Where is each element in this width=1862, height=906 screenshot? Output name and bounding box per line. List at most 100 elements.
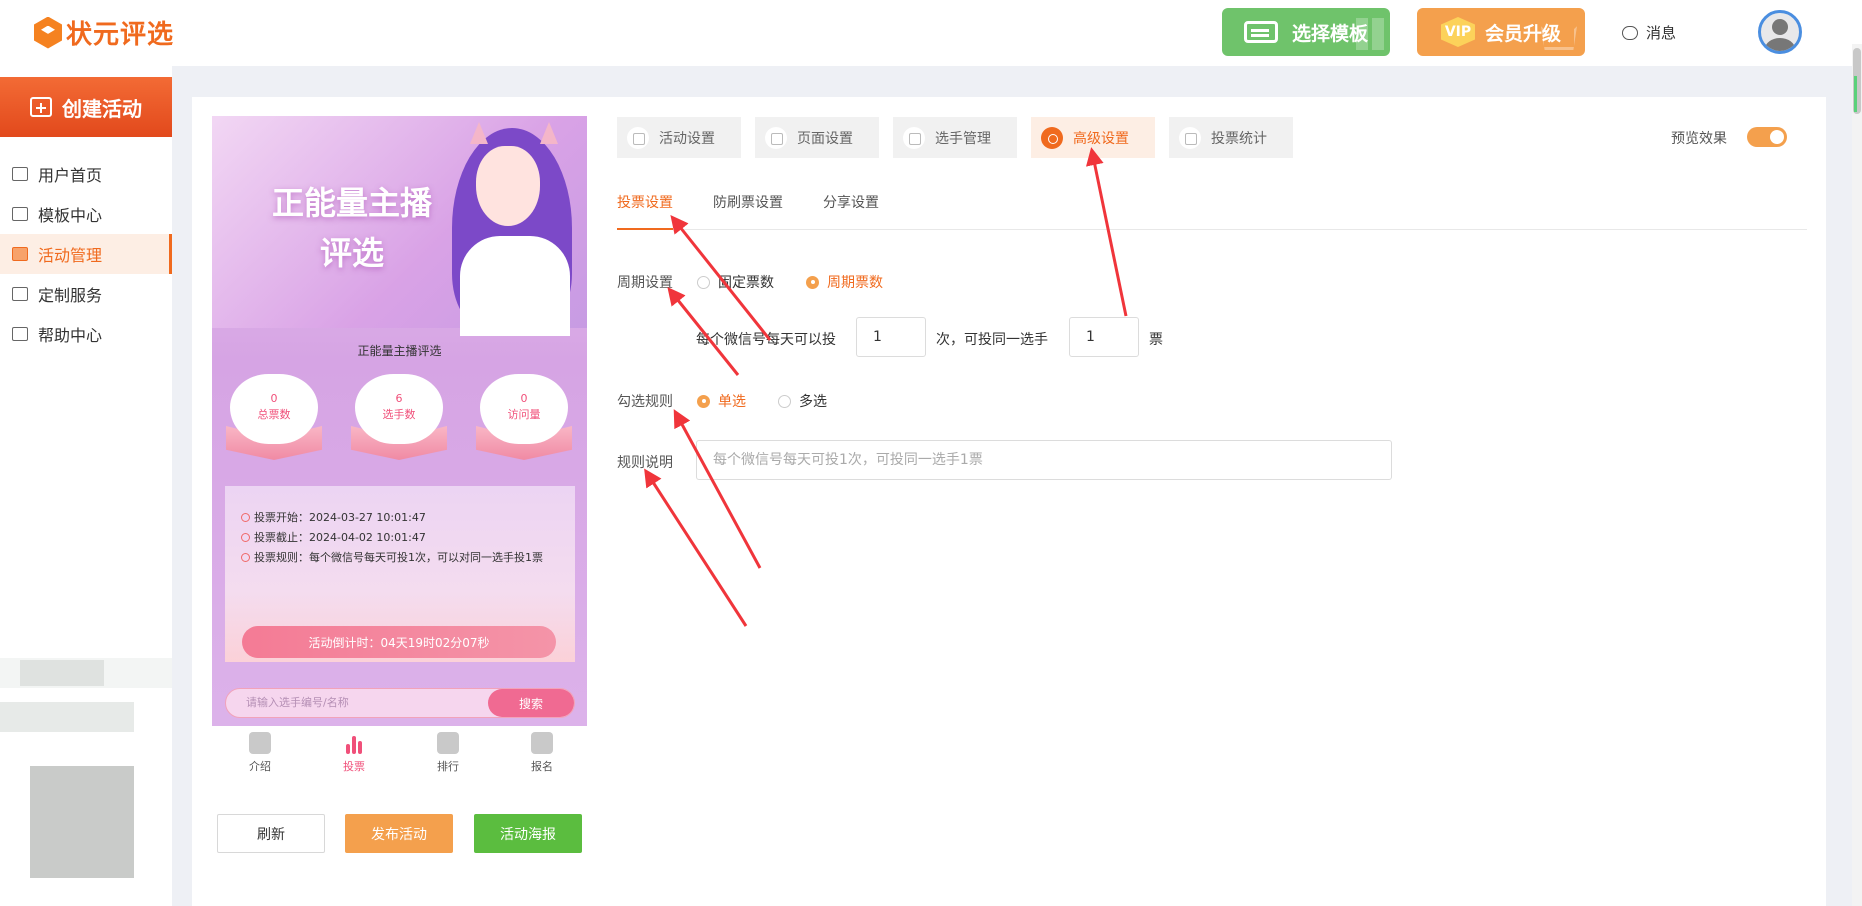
bar-chart-icon (343, 732, 365, 754)
tab-signup[interactable]: 报名 (512, 732, 572, 774)
radio-cycle-votes[interactable]: 周期票数 (806, 272, 883, 292)
radio-label: 固定票数 (718, 275, 774, 291)
sidebar-item-home[interactable]: 用户首页 (0, 154, 172, 194)
per-day-mid: 次，可投同一选手 (936, 332, 1048, 348)
sidebar-item-activity-management[interactable]: 活动管理 (0, 234, 172, 274)
tab-label: 投票统计 (1211, 130, 1267, 147)
create-activity-label: 创建活动 (62, 96, 142, 121)
votes-per-day-input[interactable]: 1 (856, 317, 926, 357)
sidebar-item-help[interactable]: 帮助中心 (0, 314, 172, 354)
top-header: 状元评选 选择模板 VIP 会员升级 消息 (0, 0, 1862, 66)
logo-icon (34, 16, 62, 49)
banner-title-line-1: 正能量主播 (271, 184, 432, 222)
preview-tabbar: 介绍 投票 排行 报名 (212, 726, 587, 778)
home-icon (12, 167, 28, 181)
create-activity-button[interactable]: 创建活动 (0, 77, 172, 137)
sidebar-item-templates[interactable]: 模板中心 (0, 194, 172, 234)
preview-effect-toggle[interactable] (1747, 127, 1787, 147)
votes-per-player-input[interactable]: 1 (1069, 317, 1139, 357)
clock-icon (241, 533, 250, 542)
blurred-qr-code (30, 766, 134, 878)
scrollbar-indicator (1854, 76, 1857, 112)
tab-player-management[interactable]: 选手管理 (893, 117, 1017, 158)
sidebar-item-label: 用户首页 (38, 166, 103, 185)
logo[interactable]: 状元评选 (34, 14, 174, 51)
tab-activity-settings[interactable]: 活动设置 (617, 117, 741, 158)
player-search-input[interactable]: 请输入选手编号/名称 (246, 689, 349, 717)
refresh-button[interactable]: 刷新 (217, 814, 325, 853)
blurred-area (0, 702, 134, 732)
messages-label: 消息 (1646, 24, 1677, 42)
subtab-vote-settings[interactable]: 投票设置 (617, 192, 673, 212)
cat-ear-icon (470, 122, 488, 144)
vote-end-row: 投票截止：2024-04-02 10:01:47 (241, 530, 561, 545)
radio-circle (778, 394, 791, 408)
mobile-preview: 正能量主播 评选 正能量主播评选 0 总票数 6 选手数 0 访问量 投票开始：… (212, 116, 587, 726)
sidebar-item-label: 模板中心 (38, 206, 103, 225)
clock-icon (241, 553, 250, 562)
box-icon (12, 327, 28, 341)
tab-vote-statistics[interactable]: 投票统计 (1169, 117, 1293, 158)
activity-poster-button[interactable]: 活动海报 (474, 814, 582, 853)
sidebar-item-label: 定制服务 (38, 286, 103, 305)
selection-rule-label: 勾选规则 (617, 394, 673, 410)
add-icon (30, 97, 52, 117)
subtab-active-indicator (617, 228, 673, 230)
cycle-settings-label: 周期设置 (617, 275, 673, 291)
tab-advanced-settings[interactable]: 高级设置 (1031, 117, 1155, 158)
chat-bubble-icon (1622, 25, 1638, 40)
page-scrollbar[interactable] (1852, 44, 1862, 906)
radio-label: 单选 (718, 394, 746, 410)
stat-label: 选手数 (382, 408, 416, 421)
messages-link[interactable]: 消息 (1622, 22, 1676, 43)
blurred-area (20, 660, 104, 686)
edit-icon (531, 732, 553, 754)
sidebar: 创建活动 用户首页 模板中心 活动管理 定制服务 帮助中心 (0, 66, 172, 906)
logo-text: 状元评选 (66, 20, 175, 50)
grid-decoration-icon (1356, 18, 1386, 50)
banner-title-line-2: 评选 (319, 234, 384, 272)
radio-single-select[interactable]: 单选 (697, 391, 746, 411)
user-avatar[interactable] (1758, 10, 1802, 54)
vip-badge-icon: VIP (1440, 17, 1475, 47)
tab-label: 投票 (343, 760, 365, 773)
cat-ear-icon (540, 122, 558, 144)
select-template-button[interactable]: 选择模板 (1222, 8, 1390, 56)
vote-rule-text: 投票规则：每个微信号每天可投1次，可以对同一选手投1票 (254, 551, 543, 564)
stat-total-votes: 0 总票数 (226, 374, 322, 466)
stat-value: 0 (520, 392, 528, 405)
stat-visits: 0 访问量 (476, 374, 572, 466)
rule-description-input[interactable]: 每个微信号每天可投1次，可投同一选手1票 (696, 440, 1392, 480)
subtab-anti-fraud[interactable]: 防刷票设置 (713, 192, 783, 212)
folder-icon (12, 207, 28, 221)
sidebar-item-custom-service[interactable]: 定制服务 (0, 274, 172, 314)
radio-fixed-votes[interactable]: 固定票数 (697, 272, 774, 292)
template-icon (1243, 21, 1278, 43)
vip-upgrade-button[interactable]: VIP 会员升级 (1417, 8, 1585, 56)
host-illustration-face (476, 146, 540, 226)
stat-label: 访问量 (507, 408, 541, 421)
banner-title: 正能量主播 评选 (252, 178, 452, 278)
tab-vote[interactable]: 投票 (324, 732, 384, 774)
tab-ranking[interactable]: 排行 (418, 732, 478, 774)
stat-label: 总票数 (257, 408, 291, 421)
radio-label: 周期票数 (827, 275, 883, 291)
publish-activity-button[interactable]: 发布活动 (345, 814, 453, 853)
subtab-share-settings[interactable]: 分享设置 (823, 192, 879, 212)
calendar-icon (249, 732, 271, 754)
heart-icon (437, 732, 459, 754)
tab-intro[interactable]: 介绍 (230, 732, 290, 774)
page-icon (765, 126, 787, 149)
users-icon (903, 126, 925, 149)
tab-page-settings[interactable]: 页面设置 (755, 117, 879, 158)
tab-label: 排行 (437, 760, 459, 773)
stats-icon (1179, 126, 1201, 149)
radio-multi-select[interactable]: 多选 (778, 391, 827, 411)
sidebar-item-label: 活动管理 (38, 246, 103, 265)
stat-players: 6 选手数 (351, 374, 447, 466)
ticket-icon (12, 247, 28, 261)
host-illustration-body (460, 236, 570, 336)
vote-start-text: 投票开始：2024-03-27 10:01:47 (254, 511, 426, 524)
per-player-suffix: 票 (1149, 332, 1163, 348)
player-search-button[interactable]: 搜索 (488, 689, 574, 717)
